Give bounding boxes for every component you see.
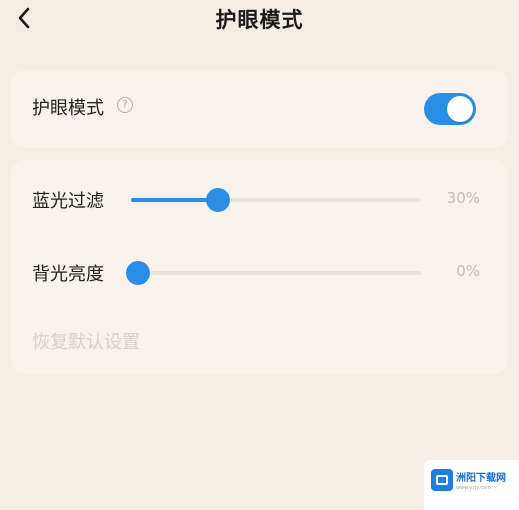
watermark-text: 洲阳下载网 xyxy=(456,473,506,484)
eye-protection-label: 护眼模式 xyxy=(32,98,104,119)
backlight-slider[interactable] xyxy=(126,261,421,285)
watermark: 洲阳下载网 www.yzjy.com xyxy=(424,460,519,510)
eye-protection-toggle[interactable] xyxy=(424,93,476,125)
backlight-value: 0% xyxy=(456,262,480,280)
backlight-slider-thumb[interactable] xyxy=(126,261,150,285)
toggle-knob xyxy=(447,96,473,122)
question-circle-icon[interactable]: ? xyxy=(117,97,133,113)
blue-light-slider[interactable] xyxy=(131,188,421,212)
blue-light-slider-thumb[interactable] xyxy=(206,188,230,212)
watermark-subtext: www.yzjy.com xyxy=(456,485,491,491)
blue-light-slider-fill xyxy=(131,198,218,202)
blue-light-filter-label: 蓝光过滤 xyxy=(32,191,104,212)
blue-light-value: 30% xyxy=(446,189,480,207)
download-site-logo-icon xyxy=(431,469,453,491)
backlight-brightness-label: 背光亮度 xyxy=(32,264,104,285)
top-bar: 护眼模式 xyxy=(0,0,519,36)
restore-defaults-button[interactable]: 恢复默认设置 xyxy=(32,328,140,354)
page-title: 护眼模式 xyxy=(215,8,304,32)
